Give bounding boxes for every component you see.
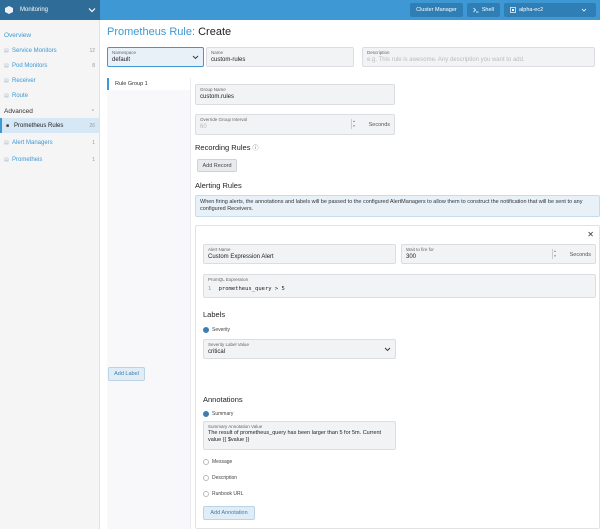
sidebar-item-route[interactable]: ▤ Route (0, 88, 99, 103)
cluster-switcher[interactable]: Monitoring (0, 0, 100, 20)
namespace-select[interactable]: Namespace default (107, 47, 204, 67)
chevron-down-icon (581, 8, 587, 12)
description-field[interactable]: Description e.g. This rule is awesome. A… (362, 47, 595, 67)
cluster-manager-button[interactable]: Cluster Manager (410, 3, 463, 17)
list-icon: ▤ (4, 77, 9, 84)
tab-rule-group-1[interactable]: Rule Group 1 (107, 78, 190, 90)
top-bar: Monitoring Cluster Manager Shell alpha-e… (0, 0, 600, 20)
checkbox-icon (203, 459, 209, 465)
list-icon: ▤ (4, 139, 9, 146)
wait-stepper[interactable]: ▲ ▼ (552, 249, 557, 259)
item-count: 1 (92, 139, 95, 146)
recording-rules-heading: Recording Rules ⓘ (195, 143, 259, 152)
sidebar-item-alert-managers[interactable]: ▤ Alert Managers 1 (0, 135, 99, 150)
nav-overview[interactable]: Overview (0, 20, 99, 39)
advanced-group-toggle[interactable]: Advanced ⌃ (0, 105, 99, 118)
summary-checkbox[interactable]: Summary (203, 411, 233, 417)
info-icon: ⓘ (252, 146, 259, 152)
description-checkbox[interactable]: Description (203, 475, 237, 481)
checkbox-icon (203, 491, 209, 497)
sidebar-item-receiver[interactable]: ▤ Receiver (0, 73, 99, 88)
chevron-down-icon (192, 55, 199, 60)
summary-textarea[interactable]: Summary Annotation Value The result of p… (203, 421, 396, 450)
add-annotation-button[interactable]: Add Annotation (203, 506, 255, 520)
checkbox-checked-icon (203, 411, 209, 417)
alert-name-field[interactable]: Alert Name Custom Expression Alert (203, 244, 396, 264)
checkbox-checked-icon (203, 327, 209, 333)
checkbox-icon (203, 475, 209, 481)
alert-rule-card: ✕ Alert Name Custom Expression Alert Wai… (108, 225, 600, 529)
item-count: 8 (92, 62, 95, 69)
alerting-info-banner: When firing alerts, the annotations and … (195, 195, 600, 217)
alerting-rules-heading: Alerting Rules (195, 181, 242, 190)
shell-button[interactable]: Shell (466, 3, 500, 17)
message-checkbox[interactable]: Message (203, 459, 232, 465)
chevron-down-icon (88, 8, 96, 13)
chevron-up-icon: ⌃ (90, 108, 95, 115)
list-icon: ▤ (4, 47, 9, 54)
page-title: Prometheus Rule: Create (107, 26, 232, 38)
wait-to-fire-field[interactable]: Wait to fire for 300 ▲ ▼ Seconds (401, 244, 596, 264)
terminal-icon (472, 7, 479, 13)
sidebar-item-prometheis[interactable]: ▤ Prometheis 1 (0, 152, 99, 167)
name-field[interactable]: Name custom-rules (206, 47, 354, 67)
labels-heading: Labels (203, 310, 226, 319)
cluster-logo-icon (5, 6, 13, 14)
namespace-select[interactable]: alpha-ec2 (504, 3, 596, 17)
interval-unit: Seconds (368, 122, 390, 128)
item-count: 26 (89, 122, 95, 129)
promql-editor[interactable]: PromQL Expression 1 prometheus_query > 5 (203, 274, 596, 298)
runbook-url-checkbox[interactable]: Runbook URL (203, 491, 243, 497)
sidebar-item-prometheus-rules[interactable]: ■ Prometheus Rules 26 (0, 118, 99, 133)
group-name-field[interactable]: Group Name custom.rules (195, 84, 395, 105)
add-label-button[interactable]: Add Label (108, 367, 145, 381)
rule-group-tabs: Rule Group 1 (107, 78, 191, 529)
cluster-name: Monitoring (20, 7, 49, 13)
add-record-button[interactable]: Add Record (197, 159, 237, 172)
list-icon: ▤ (4, 156, 9, 163)
list-icon: ▤ (4, 62, 9, 69)
wait-unit: Seconds (569, 252, 591, 258)
sidebar-item-service-monitors[interactable]: ▤ Service Monitors 12 (0, 43, 99, 58)
item-count: 12 (89, 47, 95, 54)
line-number: 1 (208, 286, 212, 292)
close-icon[interactable]: ✕ (587, 230, 594, 239)
item-count: 1 (92, 156, 95, 163)
promql-expression: prometheus_query > 5 (218, 286, 285, 292)
chevron-down-icon (384, 347, 391, 352)
namespace-icon (510, 7, 516, 13)
sidebar-item-pod-monitors[interactable]: ▤ Pod Monitors 8 (0, 58, 99, 73)
main-content: Prometheus Rule: Create Namespace defaul… (100, 20, 600, 529)
folder-icon: ■ (6, 122, 10, 129)
severity-checkbox[interactable]: Severity (203, 327, 230, 333)
group-interval-field[interactable]: Override Group Interval 60 ▲ ▼ Seconds (195, 114, 395, 135)
annotations-heading: Annotations (203, 395, 243, 404)
interval-stepper[interactable]: ▲ ▼ (351, 119, 356, 129)
list-icon: ▤ (4, 92, 9, 99)
severity-select[interactable]: Severity Label Value critical (203, 339, 396, 359)
sidebar: Overview ▤ Service Monitors 12 ▤ Pod Mon… (0, 20, 100, 529)
